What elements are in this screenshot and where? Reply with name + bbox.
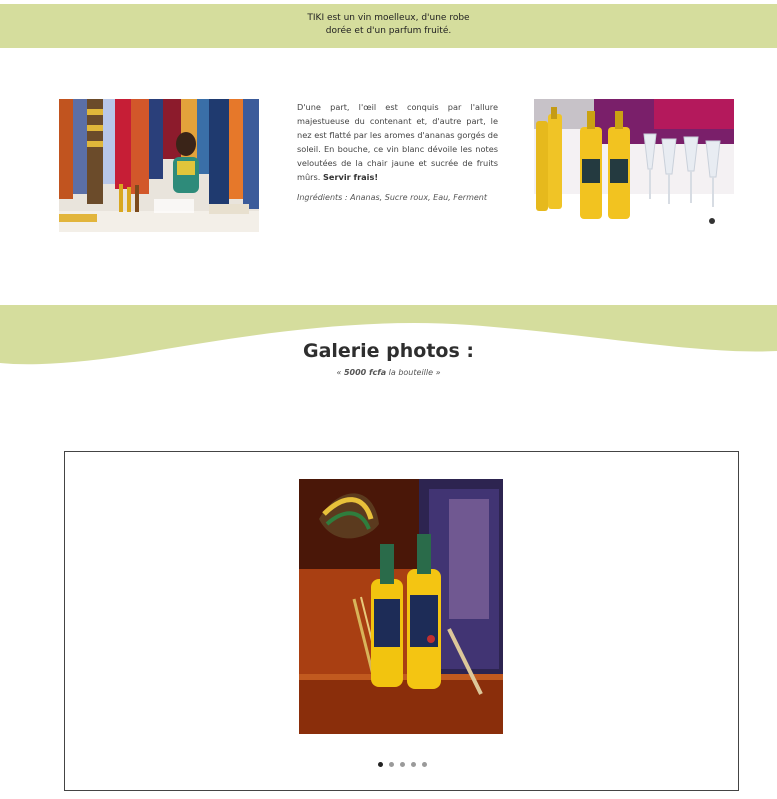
gallery-price: « 5000 fcfa la bouteille »	[0, 368, 777, 377]
slider-dot-2[interactable]	[389, 762, 394, 767]
price-rest: la bouteille »	[386, 368, 441, 377]
slide-image[interactable]	[299, 479, 503, 734]
serve-fresh-emphasis: Servir frais!	[323, 172, 379, 182]
ingredients-text: Ingrédients : Ananas, Sucre roux, Eau, F…	[297, 193, 487, 202]
price-amount: 5000 fcfa	[343, 368, 387, 377]
description-text: D'une part, l'œil est conquis par l'allu…	[297, 102, 498, 182]
bottles-glasses-photo	[534, 99, 734, 232]
wine-description: D'une part, l'œil est conquis par l'allu…	[297, 100, 498, 184]
slider-pagination	[65, 762, 740, 767]
banner-line-2: dorée et d'un parfum fruité.	[325, 26, 452, 36]
banner-line-1: TIKI est un vin moelleux, d'une robe	[307, 13, 470, 23]
gallery-title: Galerie photos :	[302, 340, 475, 362]
top-banner: TIKI est un vin moelleux, d'une robe dor…	[0, 4, 777, 48]
photo-slider[interactable]	[64, 451, 739, 791]
slider-dot-1[interactable]	[378, 762, 383, 767]
slider-dot-3[interactable]	[400, 762, 405, 767]
slider-dot-4[interactable]	[411, 762, 416, 767]
market-stall-photo	[59, 99, 259, 232]
price-open: «	[336, 368, 344, 377]
slider-dot-5[interactable]	[422, 762, 427, 767]
